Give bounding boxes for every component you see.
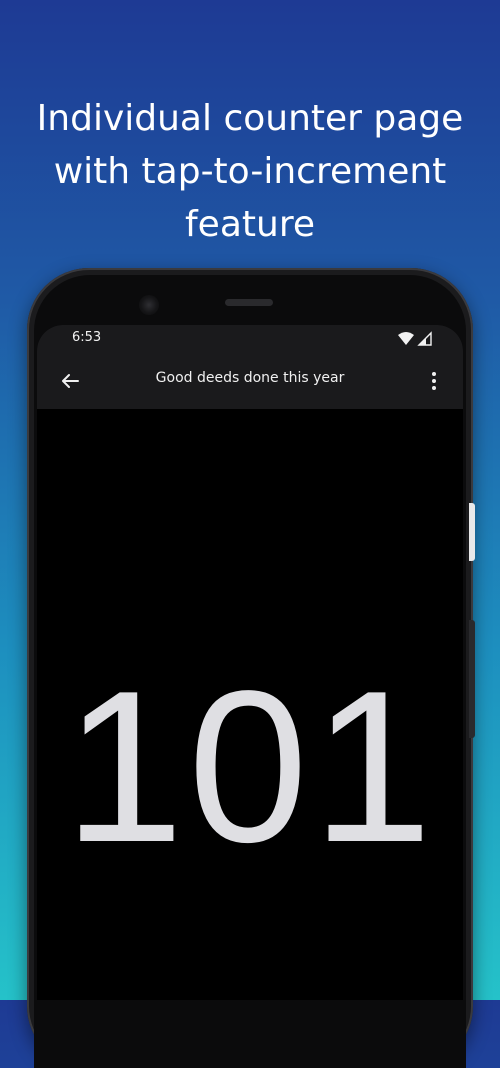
counter-value: 101: [63, 645, 437, 887]
volume-button: [469, 620, 475, 738]
status-time: 6:53: [72, 330, 102, 345]
back-button[interactable]: [55, 366, 85, 396]
cellular-signal-icon: [417, 331, 432, 346]
overflow-menu-button[interactable]: [419, 366, 449, 396]
power-button: [469, 503, 475, 561]
counter-title: Good deeds done this year: [155, 370, 345, 386]
phone-screen: 6:53 Good deeds done this year 101: [37, 325, 463, 1000]
tap-to-increment-area[interactable]: 101: [37, 409, 463, 1000]
caption-line-2: with tap-to-increment: [53, 151, 447, 192]
wifi-icon: [398, 332, 414, 345]
status-bar: 6:53: [37, 325, 463, 353]
more-vertical-icon: [432, 372, 436, 390]
status-icons: [398, 331, 432, 346]
arrow-left-icon: [62, 374, 79, 388]
caption-line-3: feature: [185, 204, 315, 245]
app-bar: Good deeds done this year: [37, 353, 463, 409]
promo-caption: Individual counter page with tap-to-incr…: [0, 92, 500, 251]
front-camera: [139, 295, 159, 315]
earpiece-speaker: [225, 299, 273, 306]
caption-line-1: Individual counter page: [36, 98, 464, 139]
